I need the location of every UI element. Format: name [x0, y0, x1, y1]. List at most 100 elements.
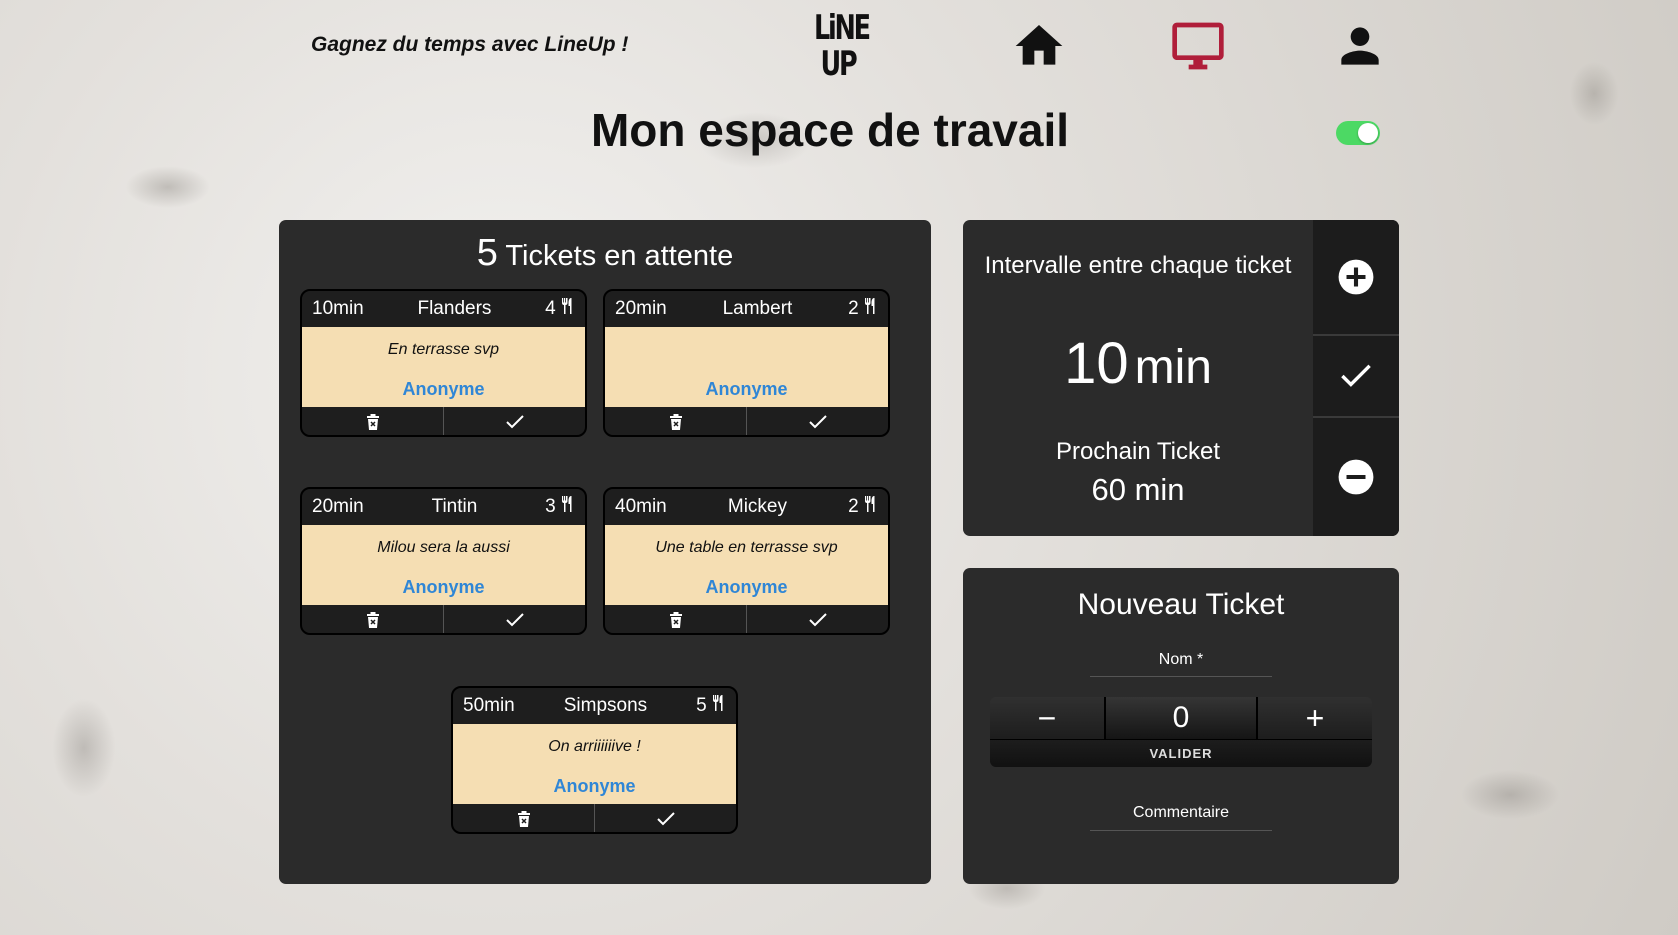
- ticket-wait: 20min: [615, 298, 667, 319]
- check-icon: [505, 415, 524, 429]
- lineup-logo[interactable]: LiNE UP: [806, 8, 871, 90]
- ticket-guests: 2: [848, 496, 878, 518]
- cutlery-icon: [562, 496, 572, 512]
- queue-label: Tickets en attente: [505, 240, 734, 272]
- ticket-name: Simpsons: [563, 695, 648, 716]
- ticket-header: 20min Lambert 2: [605, 291, 888, 327]
- ticket-actions: [302, 605, 585, 633]
- queue-title: 5 Tickets en attente: [279, 232, 931, 275]
- interval-value: 10 min: [963, 330, 1313, 397]
- logo-line-1: LiNE: [814, 8, 871, 48]
- ticket-guests: 4: [545, 298, 575, 320]
- increase-interval-button[interactable]: [1313, 220, 1399, 336]
- interval-controls: [1313, 220, 1399, 536]
- ticket-header: 50min Simpsons 5: [453, 688, 736, 724]
- submit-ticket-button[interactable]: VALIDER: [990, 739, 1372, 767]
- trash-icon: [366, 612, 379, 628]
- user-icon: [1341, 27, 1379, 65]
- ticket-name: Lambert: [722, 298, 793, 319]
- monitor-icon: [1172, 22, 1224, 70]
- delete-ticket-button[interactable]: [302, 605, 444, 633]
- ticket-name: Flanders: [417, 298, 492, 319]
- check-icon: [505, 613, 524, 627]
- ticket-body: Une table en terrasse svp Anonyme: [605, 525, 888, 605]
- trash-icon: [517, 811, 530, 827]
- ticket-wait: 50min: [463, 695, 515, 716]
- ticket-comment: On arriiiiiive !: [548, 738, 641, 755]
- interval-number: 10: [1064, 331, 1129, 396]
- ticket-comment: Une table en terrasse svp: [655, 539, 838, 556]
- validate-ticket-button[interactable]: [747, 407, 888, 435]
- ticket-body: Milou sera la aussi Anonyme: [302, 525, 585, 605]
- delete-ticket-button[interactable]: [605, 605, 747, 633]
- check-icon: [808, 613, 827, 627]
- delete-ticket-button[interactable]: [605, 407, 747, 435]
- delete-ticket-button[interactable]: [302, 407, 444, 435]
- decrease-interval-button[interactable]: [1313, 418, 1399, 536]
- ticket-actions: [605, 605, 888, 633]
- home-icon: [1015, 25, 1063, 65]
- comment-field-underline: [1090, 830, 1272, 831]
- new-ticket-title: Nouveau Ticket: [1077, 588, 1285, 621]
- ticket-wait: 40min: [615, 496, 667, 517]
- ticket-body: On arriiiiiive ! Anonyme: [453, 724, 736, 804]
- stepper-value[interactable]: 0: [1104, 697, 1258, 739]
- confirm-interval-button[interactable]: [1313, 336, 1399, 418]
- workspace-toggle[interactable]: [1336, 121, 1380, 145]
- minus-circle-icon: [1338, 459, 1374, 495]
- ticket-guests-count: 3: [545, 496, 556, 517]
- ticket-user-link[interactable]: Anonyme: [302, 577, 585, 598]
- trash-icon: [669, 414, 682, 430]
- validate-ticket-button[interactable]: [444, 407, 585, 435]
- ticket-guests-count: 2: [848, 496, 859, 517]
- cutlery-icon: [865, 298, 875, 314]
- validate-ticket-button[interactable]: [595, 804, 736, 832]
- toggle-knob: [1358, 123, 1378, 143]
- comment-field[interactable]: Commentaire: [963, 804, 1399, 822]
- delete-ticket-button[interactable]: [453, 804, 595, 832]
- ticket-actions: [453, 804, 736, 832]
- ticket-user-link[interactable]: Anonyme: [605, 379, 888, 400]
- name-field[interactable]: Nom *: [963, 651, 1399, 669]
- cutlery-icon: [713, 695, 723, 711]
- ticket-card: 20min Lambert 2 Anonyme: [603, 289, 890, 437]
- new-ticket-panel: Nouveau Ticket Nom * − 0 + VALIDER Comme…: [963, 568, 1399, 884]
- stepper-plus-button[interactable]: +: [1258, 697, 1372, 739]
- ticket-body: En terrasse svp Anonyme: [302, 327, 585, 407]
- trash-icon: [669, 612, 682, 628]
- ticket-user-link[interactable]: Anonyme: [302, 379, 585, 400]
- interval-info: Intervalle entre chaque ticket 10 min Pro…: [963, 220, 1313, 536]
- nav-workspace-button[interactable]: [1170, 18, 1226, 74]
- guests-stepper: − 0 + VALIDER: [990, 697, 1372, 767]
- stepper-row: − 0 +: [990, 697, 1372, 739]
- ticket-guests-count: 2: [848, 298, 859, 319]
- ticket-actions: [605, 407, 888, 435]
- queue-count: 5: [476, 232, 498, 274]
- plus-circle-icon: [1338, 259, 1374, 295]
- stepper-minus-button[interactable]: −: [990, 697, 1104, 739]
- ticket-card: 20min Tintin 3 Milou sera la aussi Anony…: [300, 487, 587, 635]
- ticket-comment: Milou sera la aussi: [377, 539, 510, 556]
- ticket-guests-count: 5: [696, 695, 707, 716]
- ticket-guests: 2: [848, 298, 878, 320]
- ticket-name: Tintin: [431, 496, 478, 517]
- next-ticket-value: 60 min: [1091, 472, 1185, 507]
- ticket-wait: 10min: [312, 298, 364, 319]
- page-title: Mon espace de travail: [590, 104, 1070, 156]
- interval-unit: min: [1134, 341, 1212, 394]
- nav-home-button[interactable]: [1011, 18, 1067, 74]
- ticket-wait: 20min: [312, 496, 364, 517]
- ticket-body: Anonyme: [605, 327, 888, 407]
- ticket-guests: 3: [545, 496, 575, 518]
- interval-label: Intervalle entre chaque ticket: [984, 252, 1292, 279]
- ticket-user-link[interactable]: Anonyme: [453, 776, 736, 797]
- ticket-name: Mickey: [727, 496, 787, 517]
- validate-ticket-button[interactable]: [747, 605, 888, 633]
- ticket-header: 20min Tintin 3: [302, 489, 585, 525]
- check-icon: [656, 812, 675, 826]
- ticket-user-link[interactable]: Anonyme: [605, 577, 888, 598]
- ticket-card: 50min Simpsons 5 On arriiiiiive ! Anonym…: [451, 686, 738, 834]
- validate-ticket-button[interactable]: [444, 605, 585, 633]
- ticket-header: 10min Flanders 4: [302, 291, 585, 327]
- nav-profile-button[interactable]: [1332, 18, 1388, 74]
